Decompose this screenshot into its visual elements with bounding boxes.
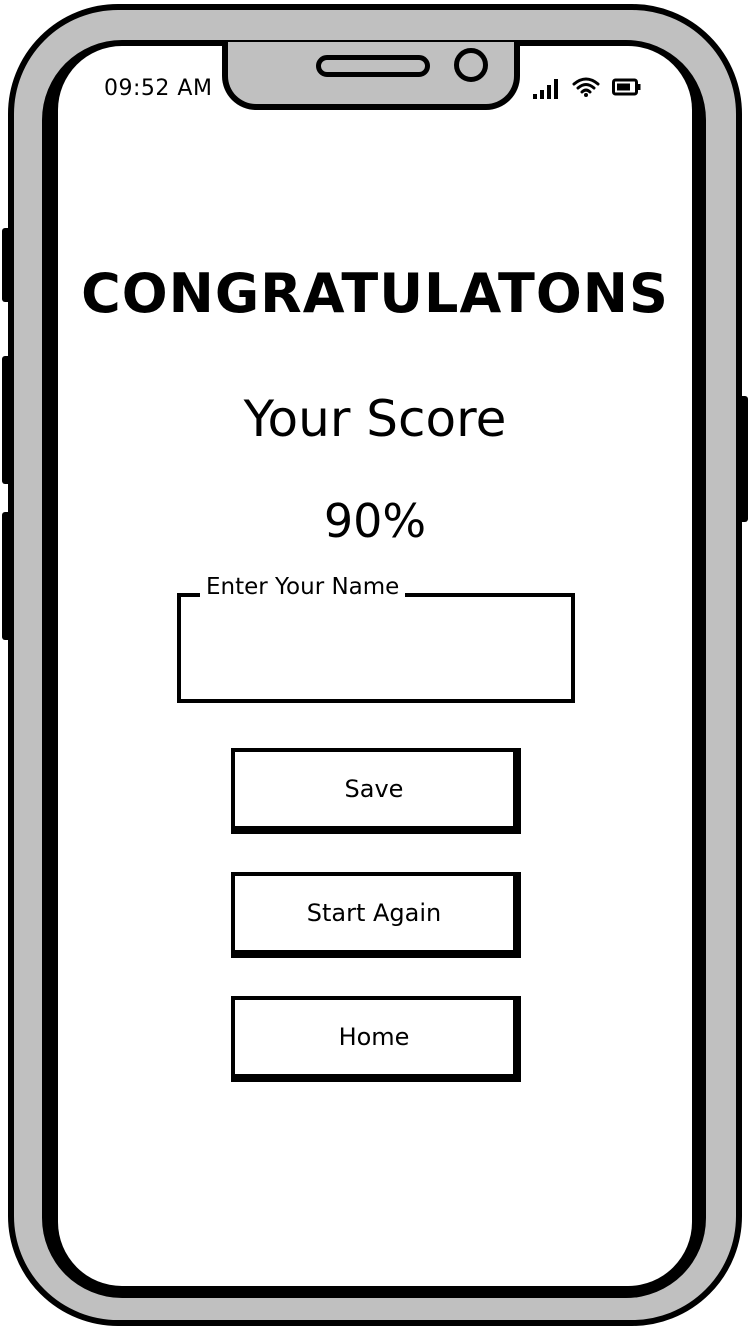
wifi-icon — [572, 77, 600, 97]
phone-mockup: 09:52 AM CONGRATULATONS Your Score 90% E… — [0, 0, 750, 1334]
start-again-button[interactable]: Start Again — [231, 872, 521, 958]
speaker-grille — [316, 55, 430, 77]
score-value: 90% — [323, 494, 427, 548]
signal-icon — [533, 79, 558, 99]
name-input[interactable] — [177, 593, 575, 703]
status-icons — [532, 76, 644, 102]
score-label: Your Score — [243, 390, 507, 448]
front-camera — [454, 48, 488, 82]
home-button[interactable]: Home — [231, 996, 521, 1082]
save-button[interactable]: Save — [231, 748, 521, 834]
battery-icon — [612, 78, 641, 96]
status-time: 09:52 AM — [104, 76, 213, 101]
page-title: CONGRATULATONS — [81, 262, 669, 325]
name-input-label: Enter Your Name — [200, 574, 406, 600]
